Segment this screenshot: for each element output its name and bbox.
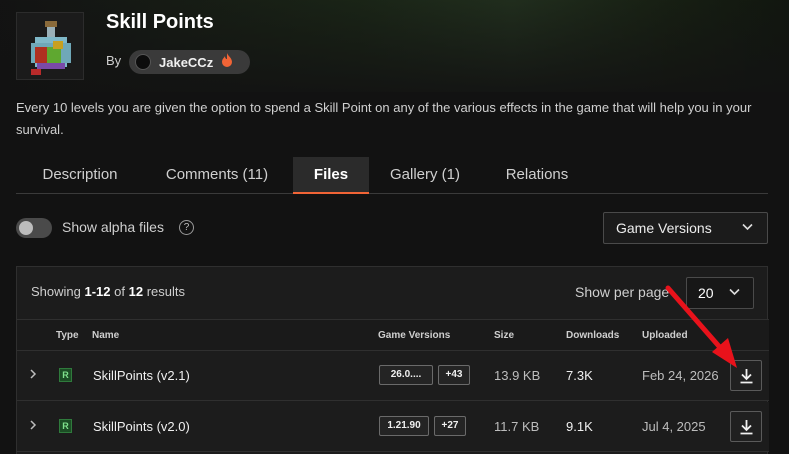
per-page-label: Show per page — [575, 284, 670, 300]
release-type-badge: R — [59, 419, 72, 433]
alpha-files-label: Show alpha files — [62, 219, 164, 235]
potion-icon — [31, 21, 71, 75]
release-type-badge: R — [59, 368, 72, 382]
tab-comments[interactable]: Comments (11) — [152, 157, 282, 194]
column-uploaded: Uploaded — [642, 330, 688, 341]
upload-date: Jul 4, 2025 — [642, 419, 706, 434]
game-versions-label: Game Versions — [616, 220, 712, 236]
flame-icon — [221, 52, 233, 72]
table-header: Type Name Game Versions Size Downloads U… — [17, 319, 769, 351]
results-summary: Showing 1-12 of 12 results — [31, 284, 186, 299]
game-version-chip: 26.0.... — [379, 365, 433, 385]
file-size: 11.7 KB — [494, 419, 540, 434]
column-game-versions: Game Versions — [378, 330, 451, 341]
tab-gallery[interactable]: Gallery (1) — [380, 157, 470, 194]
project-logo — [16, 12, 84, 80]
chevron-down-icon — [742, 223, 753, 231]
download-count: 7.3K — [566, 368, 593, 383]
column-type: Type — [56, 330, 79, 341]
download-button[interactable] — [730, 360, 762, 391]
alpha-files-toggle[interactable] — [16, 218, 52, 238]
more-versions-chip[interactable]: +27 — [434, 416, 466, 436]
game-version-chip: 1.21.90 — [379, 416, 429, 436]
column-name: Name — [92, 330, 120, 341]
table-row[interactable]: R SkillPoints (v2.1) 26.0.... +43 13.9 K… — [17, 351, 769, 401]
project-summary: Every 10 levels you are given the option… — [16, 100, 752, 137]
download-icon — [740, 369, 753, 384]
download-button[interactable] — [730, 411, 762, 442]
tab-description[interactable]: Description — [16, 157, 144, 194]
column-size: Size — [494, 330, 515, 341]
column-downloads: Downloads — [566, 330, 620, 341]
author-avatar — [135, 54, 151, 70]
chevron-right-icon[interactable] — [29, 368, 37, 380]
file-size: 13.9 KB — [494, 368, 541, 383]
per-page-dropdown[interactable]: 20 — [686, 277, 754, 309]
project-title: Skill Points — [106, 11, 214, 33]
tab-relations[interactable]: Relations — [492, 157, 582, 194]
tab-files[interactable]: Files — [293, 157, 369, 194]
download-icon — [740, 420, 753, 435]
file-name-link[interactable]: SkillPoints (v2.0) — [93, 419, 190, 434]
help-icon[interactable]: ? — [179, 220, 194, 235]
game-versions-dropdown[interactable]: Game Versions — [603, 212, 768, 244]
project-tabs: Description Comments (11) Files Gallery … — [16, 157, 768, 194]
upload-date: Feb 24, 2026 — [642, 368, 719, 383]
more-versions-chip[interactable]: +43 — [438, 365, 470, 385]
files-table: Showing 1-12 of 12 results Show per page… — [16, 266, 769, 454]
chevron-down-icon — [729, 288, 740, 296]
by-label: By — [106, 53, 122, 68]
author-link[interactable]: JakeCCz — [129, 50, 250, 74]
toggle-knob — [19, 221, 33, 235]
file-name-link[interactable]: SkillPoints (v2.1) — [93, 368, 190, 383]
download-count: 9.1K — [566, 419, 593, 434]
per-page-value: 20 — [698, 285, 714, 301]
chevron-right-icon[interactable] — [29, 419, 37, 431]
table-row[interactable]: R SkillPoints (v2.0) 1.21.90 +27 11.7 KB… — [17, 402, 769, 452]
author-name: JakeCCz — [159, 54, 214, 70]
